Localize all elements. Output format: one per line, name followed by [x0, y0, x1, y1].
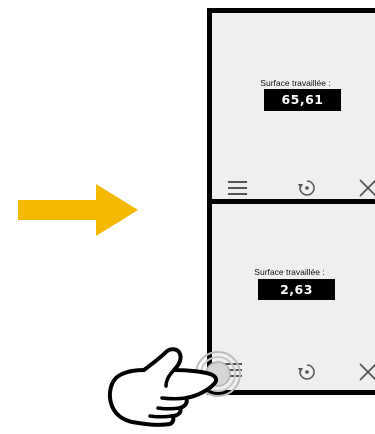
- reset-icon[interactable]: [297, 362, 317, 382]
- arrow-right-icon: [18, 184, 138, 236]
- menu-icon[interactable]: [227, 180, 249, 196]
- worked-surface-value: 2,63: [258, 279, 335, 300]
- worked-surface-value: 65,61: [264, 89, 341, 111]
- tutorial-stage: Surface travaillée : 65,61 Surface trava…: [0, 0, 375, 434]
- worked-surface-label: Surface travaillée :: [260, 78, 331, 88]
- pointing-hand-icon: [107, 347, 219, 427]
- close-icon[interactable]: [358, 362, 375, 382]
- screen-before: Surface travaillée : 65,61: [207, 8, 375, 204]
- reset-icon[interactable]: [297, 178, 317, 198]
- close-icon[interactable]: [358, 178, 375, 198]
- worked-surface-label: Surface travaillée :: [254, 267, 325, 277]
